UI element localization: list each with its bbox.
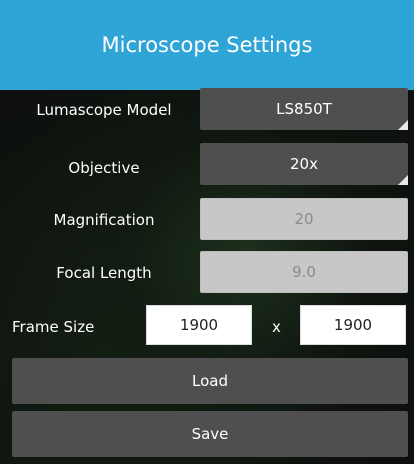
save-button[interactable]: Save [12, 411, 408, 457]
load-button-label: Load [192, 372, 228, 390]
dropdown-corner-icon [398, 120, 408, 130]
panel-title: Microscope Settings [101, 33, 313, 57]
microscope-settings-panel: Microscope Settings Lumascope Model LS85… [0, 0, 414, 464]
objective-label: Objective [68, 159, 140, 177]
save-button-label: Save [191, 425, 229, 443]
panel-header: Microscope Settings [0, 0, 414, 90]
objective-dropdown[interactable]: 20x [200, 143, 408, 185]
frame-size-label: Frame Size [12, 318, 95, 336]
dropdown-corner-icon [398, 175, 408, 185]
lumascope-model-label: Lumascope Model [36, 101, 172, 119]
focal-length-value: 9.0 [292, 263, 316, 281]
frame-size-separator: x [272, 318, 281, 336]
lumascope-model-value: LS850T [276, 100, 332, 118]
frame-height-input[interactable] [300, 305, 406, 345]
magnification-label: Magnification [53, 211, 155, 229]
magnification-value: 20 [294, 210, 314, 228]
focal-length-field: 9.0 [200, 251, 408, 293]
load-button[interactable]: Load [12, 358, 408, 404]
frame-width-input[interactable] [146, 305, 252, 345]
focal-length-label: Focal Length [56, 264, 152, 282]
magnification-field: 20 [200, 198, 408, 240]
objective-value: 20x [290, 155, 318, 173]
lumascope-model-dropdown[interactable]: LS850T [200, 88, 408, 130]
